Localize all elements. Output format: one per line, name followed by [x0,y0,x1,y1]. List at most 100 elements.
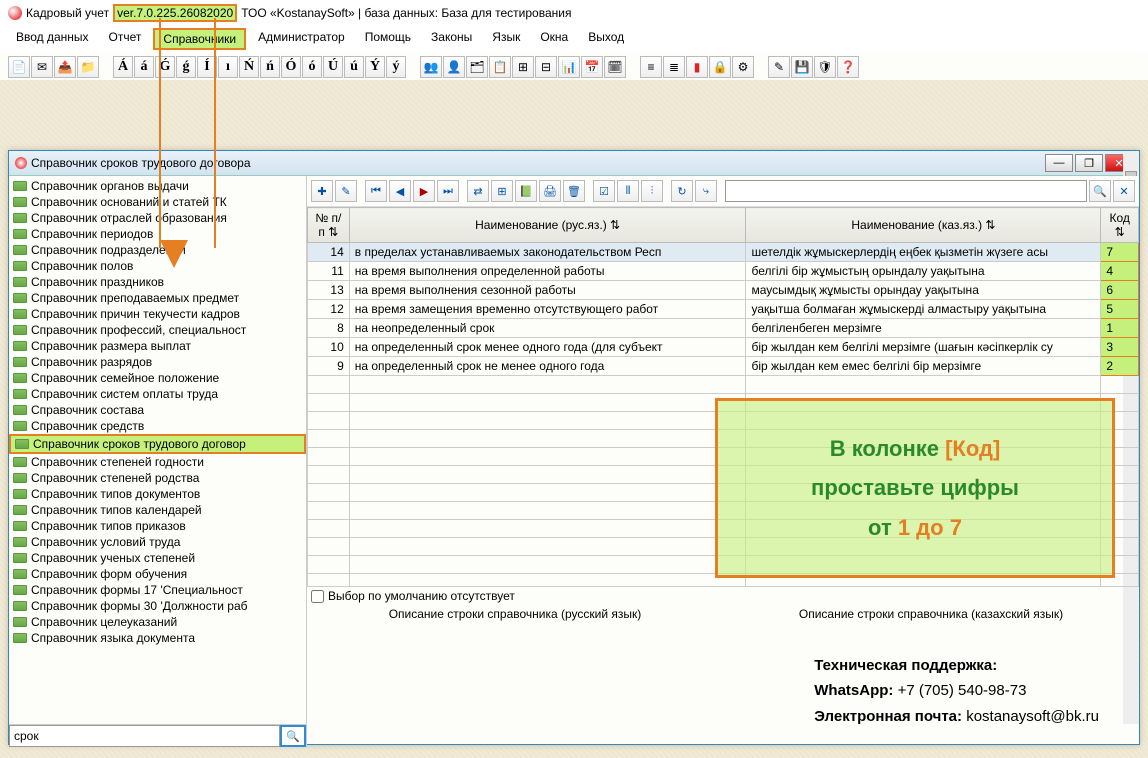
tree-item[interactable]: Справочник сроков трудового договор [9,434,306,454]
char-button[interactable]: Ó [281,56,301,78]
toolbar-btn[interactable]: 💾 [791,56,813,78]
menu-item[interactable]: Справочники [153,28,246,50]
grid-btn[interactable]: ⫴ [617,180,639,202]
toolbar-btn[interactable]: ≣ [663,56,685,78]
tree-item[interactable]: Справочник полов [9,258,306,274]
tree-item[interactable]: Справочник типов календарей [9,502,306,518]
nav-prev-button[interactable]: ◀ [389,180,411,202]
col-header-kaz[interactable]: Наименование (каз.яз.) ⇅ [746,208,1101,243]
tree-item[interactable]: Справочник формы 17 'Специальност [9,582,306,598]
menu-item[interactable]: Выход [580,28,632,50]
tree-item[interactable]: Справочник условий труда [9,534,306,550]
maximize-button[interactable]: ❐ [1075,154,1103,172]
col-header-kod[interactable]: Код ⇅ [1101,208,1139,243]
tree-item[interactable]: Справочник оснований и статей ТК [9,194,306,210]
tree-item[interactable]: Справочник типов документов [9,486,306,502]
tree-item[interactable]: Справочник ученых степеней [9,550,306,566]
char-button[interactable]: Ú [323,56,343,78]
grid-btn[interactable]: 📗 [515,180,537,202]
table-row[interactable]: 9на определенный срок не менее одного го… [308,357,1139,376]
tree-item[interactable]: Справочник подразделений [9,242,306,258]
tree-item[interactable]: Справочник разрядов [9,354,306,370]
toolbar-btn[interactable]: 📄 [8,56,30,78]
tree-item[interactable]: Справочник органов выдачи [9,178,306,194]
toolbar-btn[interactable]: 👤 [443,56,465,78]
filter-search-button[interactable]: 🔍 [280,725,306,747]
toolbar-btn[interactable]: 🔒 [709,56,731,78]
char-button[interactable]: á [134,56,154,78]
toolbar-btn[interactable]: ⊞ [512,56,534,78]
nav-next-button[interactable]: ▶ [413,180,435,202]
table-row[interactable]: 10на определенный срок менее одного года… [308,338,1139,357]
menu-item[interactable]: Помощь [357,28,419,50]
char-button[interactable]: ǵ [176,56,196,78]
char-button[interactable]: Ń [239,56,259,78]
tree-item[interactable]: Справочник типов приказов [9,518,306,534]
nav-last-button[interactable]: ⏭ [437,180,459,202]
tree-item[interactable]: Справочник праздников [9,274,306,290]
nav-first-button[interactable]: ⏮ [365,180,387,202]
tree[interactable]: Справочник органов выдачиСправочник осно… [9,176,306,724]
tree-item[interactable]: Справочник преподаваемых предмет [9,290,306,306]
tree-item[interactable]: Справочник степеней родства [9,470,306,486]
tree-item[interactable]: Справочник отраслей образования [9,210,306,226]
table-row[interactable]: 11на время выполнения определенной работ… [308,262,1139,281]
tree-item[interactable]: Справочник причин текучести кадров [9,306,306,322]
grid-btn[interactable]: ⤷ [695,180,717,202]
char-button[interactable]: ý [386,56,406,78]
menu-item[interactable]: Администратор [250,28,353,50]
tree-item[interactable]: Справочник семейное положение [9,370,306,386]
toolbar-btn[interactable]: 🗓 [604,56,626,78]
default-checkbox[interactable] [311,590,324,603]
table-row[interactable]: 13на время выполнения сезонной работымау… [308,281,1139,300]
tree-item[interactable]: Справочник размера выплат [9,338,306,354]
toolbar-btn[interactable]: ✉ [31,56,53,78]
grid-search-input[interactable] [725,180,1087,202]
minimize-button[interactable]: — [1045,154,1073,172]
tree-item[interactable]: Справочник состава [9,402,306,418]
toolbar-btn[interactable]: 📋 [489,56,511,78]
toolbar-btn[interactable]: 📤 [54,56,76,78]
tree-item[interactable]: Справочник систем оплаты труда [9,386,306,402]
grid-btn[interactable]: ↻ [671,180,693,202]
grid-search-clear-button[interactable]: ✕ [1113,180,1135,202]
menu-item[interactable]: Язык [484,28,528,50]
toolbar-btn[interactable]: ⊟ [535,56,557,78]
grid-edit-button[interactable]: ✎ [335,180,357,202]
tree-item[interactable]: Справочник степеней годности [9,454,306,470]
tree-item[interactable]: Справочник профессий, специальност [9,322,306,338]
grid-search-button[interactable]: 🔍 [1089,180,1111,202]
char-button[interactable]: ú [344,56,364,78]
menu-item[interactable]: Отчет [101,28,150,50]
table-row[interactable]: 14в пределах устанавливаемых законодател… [308,243,1139,262]
menu-item[interactable]: Окна [532,28,576,50]
toolbar-btn[interactable]: 📅 [581,56,603,78]
tree-item[interactable]: Справочник целеуказаний [9,614,306,630]
col-header-rus[interactable]: Наименование (рус.яз.) ⇅ [349,208,746,243]
toolbar-btn[interactable]: 📁 [77,56,99,78]
toolbar-btn[interactable]: 🗂 [466,56,488,78]
grid-btn[interactable]: 🗑 [563,180,585,202]
toolbar-btn[interactable]: ≡ [640,56,662,78]
tree-item[interactable]: Справочник языка документа [9,630,306,646]
char-button[interactable]: ı [218,56,238,78]
toolbar-btn[interactable]: ❓ [837,56,859,78]
char-button[interactable]: Ý [365,56,385,78]
col-header-num[interactable]: № п/п ⇅ [308,208,350,243]
toolbar-btn[interactable]: ⚙ [732,56,754,78]
grid-btn[interactable]: ⊞ [491,180,513,202]
tree-item[interactable]: Справочник периодов [9,226,306,242]
menu-item[interactable]: Ввод данных [8,28,97,50]
toolbar-btn[interactable]: 📊 [558,56,580,78]
table-row[interactable]: 12на время замещения временно отсутствую… [308,300,1139,319]
grid-btn[interactable]: ⇄ [467,180,489,202]
grid-btn[interactable]: ⫶ [641,180,663,202]
filter-input[interactable] [9,725,280,747]
grid-btn[interactable]: ☑ [593,180,615,202]
toolbar-btn[interactable]: 👥 [420,56,442,78]
grid-add-button[interactable]: ✚ [311,180,333,202]
table-row[interactable]: 8на неопределенный срокбелгіленбеген мер… [308,319,1139,338]
tree-item[interactable]: Справочник средств [9,418,306,434]
char-button[interactable]: ń [260,56,280,78]
toolbar-btn[interactable]: ✎ [768,56,790,78]
